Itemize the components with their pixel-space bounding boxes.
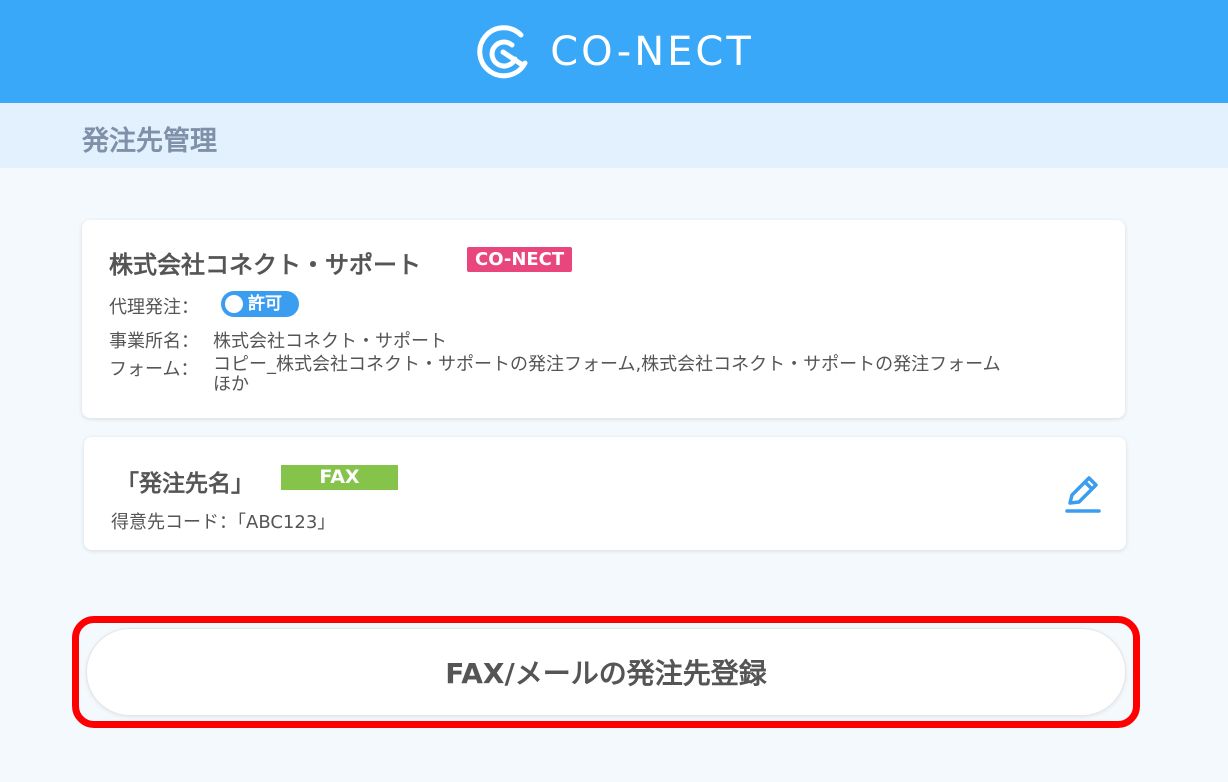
company-card: 株式会社コネクト・サポート CO-NECT 代理発注： 許可 事業所名： 株式会… [82,220,1125,418]
form-label: フォーム： [109,359,199,380]
destination-card: 「発注先名」 FAX 得意先コード：「ABC123」 [84,437,1126,550]
toggle-label: 許可 [248,294,282,314]
logo-text: CO-NECT [550,28,754,75]
register-button-label: FAX/メールの発注先登録 [445,657,767,690]
office-value: 株式会社コネクト・サポート [213,331,447,352]
form-value: コピー_株式会社コネクト・サポートの発注フォーム,株式会社コネクト・サポートの発… [213,354,1001,395]
company-name: 株式会社コネクト・サポート [109,251,421,279]
fax-badge: FAX [281,465,398,490]
page-header: 発注先管理 [0,103,1228,168]
conect-logo: CO-NECT [474,23,754,81]
register-destination-button[interactable]: FAX/メールの発注先登録 [86,628,1126,716]
toggle-knob [225,295,243,313]
destination-name: 「発注先名」 [116,471,254,497]
pencil-icon [1065,476,1101,513]
edit-button[interactable] [1062,471,1102,515]
client-code: 得意先コード：「ABC123」 [111,512,336,533]
proxy-order-toggle[interactable]: 許可 [221,291,299,317]
top-bar: CO-NECT [0,0,1228,103]
conect-logo-icon [477,24,528,78]
page-title: 発注先管理 [82,126,217,157]
proxy-order-label: 代理発注： [109,297,199,318]
conect-badge: CO-NECT [467,247,573,272]
office-label: 事業所名： [109,331,199,352]
